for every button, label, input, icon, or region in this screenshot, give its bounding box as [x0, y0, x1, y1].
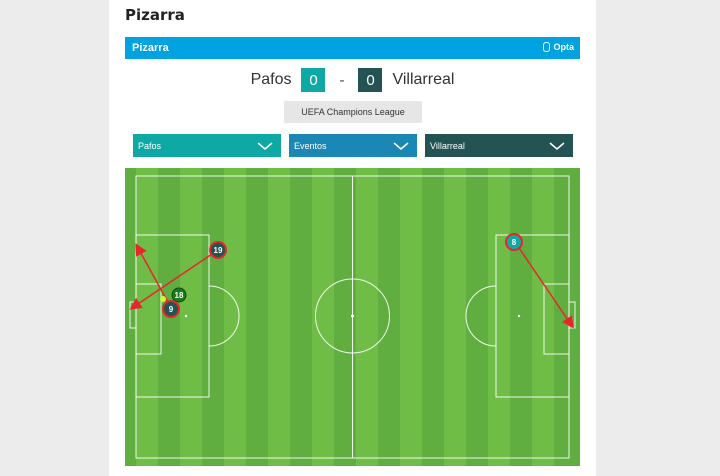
- pitch-svg: 19 18 9 8: [125, 168, 580, 466]
- page-title: Pizarra: [125, 6, 185, 24]
- widget-header: Pizarra Opta: [125, 37, 580, 59]
- score-separator: -: [339, 71, 345, 89]
- away-score: 0: [358, 68, 383, 92]
- chevron-down-icon: [257, 141, 273, 150]
- chevron-down-icon: [393, 141, 409, 150]
- pizarra-card: Pizarra Pizarra Opta Pafos 0 - 0 Villarr…: [109, 0, 596, 476]
- away-team-select-label: Villarreal: [430, 140, 465, 151]
- player-8-number: 8: [512, 238, 517, 247]
- player-9-number: 9: [169, 305, 174, 314]
- opta-brand[interactable]: Opta: [543, 42, 574, 52]
- player-8-marker[interactable]: 8: [505, 233, 523, 251]
- center-spot: [351, 314, 354, 318]
- opta-label: Opta: [553, 42, 574, 52]
- chevron-down-icon: [549, 141, 565, 150]
- competition-label: UEFA Champions League: [284, 101, 422, 123]
- right-penalty-spot: [517, 314, 521, 318]
- scoreboard: Pafos 0 - 0 Villarreal: [125, 66, 580, 94]
- home-team-select-label: Pafos: [138, 140, 162, 151]
- player-9-marker[interactable]: 9: [162, 300, 180, 318]
- away-team-select[interactable]: Villarreal: [425, 134, 573, 157]
- player-19-number: 19: [214, 246, 223, 255]
- events-select-label: Eventos: [294, 140, 327, 151]
- event-marker: [160, 296, 166, 302]
- opta-icon: [543, 42, 551, 52]
- away-team-name: Villarreal: [392, 71, 455, 88]
- events-select[interactable]: Eventos: [289, 134, 417, 157]
- home-team-name: Pafos: [250, 71, 292, 88]
- pitch: 19 18 9 8: [125, 168, 580, 466]
- player-18-number: 18: [175, 291, 184, 300]
- left-penalty-spot: [184, 314, 188, 318]
- player-19-marker[interactable]: 19: [209, 241, 227, 259]
- widget-title: Pizarra: [132, 42, 169, 54]
- player-18-marker[interactable]: 18: [171, 287, 187, 303]
- home-team-select[interactable]: Pafos: [133, 134, 281, 157]
- home-score: 0: [301, 68, 326, 92]
